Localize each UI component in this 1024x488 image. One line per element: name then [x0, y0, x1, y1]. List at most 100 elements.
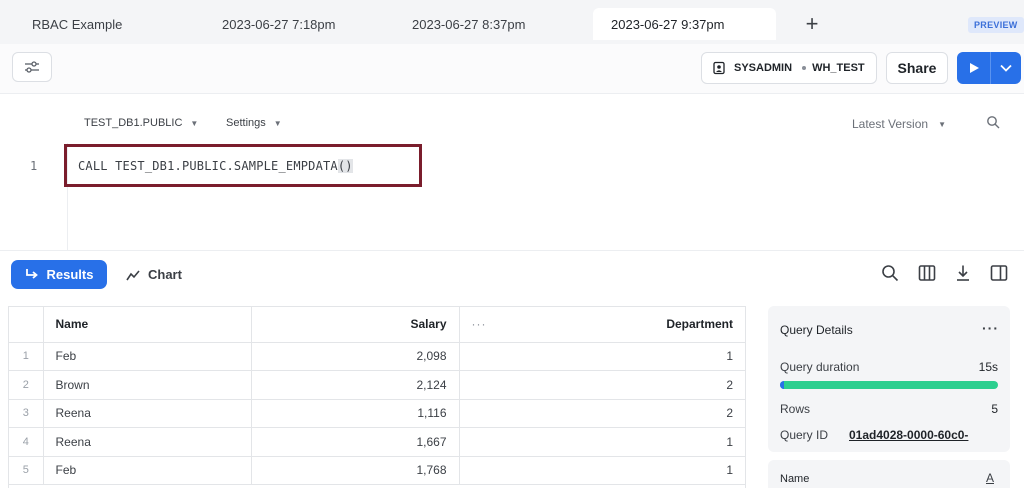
- table-row[interactable]: 1 Feb 2,098 1: [9, 342, 745, 371]
- chart-label: Chart: [148, 267, 182, 282]
- query-duration-value: 15s: [978, 360, 998, 374]
- query-id-link[interactable]: 01ad4028-0000-60c0-: [849, 428, 997, 442]
- run-options-button[interactable]: [991, 52, 1021, 84]
- toggle-panel-button[interactable]: [990, 264, 1008, 285]
- sliders-icon: [25, 61, 39, 73]
- worksheet-toolbar: SYSADMIN WH_TEST Share: [0, 44, 1024, 94]
- play-icon: [969, 63, 979, 73]
- tab-rbac-example[interactable]: RBAC Example: [14, 8, 140, 40]
- cell-department[interactable]: 2: [459, 370, 745, 400]
- tab-worksheet-718pm[interactable]: 2023-06-27 7:18pm: [204, 8, 353, 40]
- query-details-title: Query Details: [780, 323, 853, 337]
- row-index: 4: [9, 427, 44, 457]
- column-header-department[interactable]: ··· Department: [459, 307, 745, 343]
- table-row[interactable]: 5 Feb 1,768 1: [9, 456, 745, 485]
- caret-down-icon: ▼: [273, 118, 282, 128]
- annotation-highlight-box: [64, 144, 422, 187]
- warehouse-label: WH_TEST: [812, 62, 865, 74]
- version-label: Latest Version: [852, 117, 929, 131]
- tab-worksheet-937pm[interactable]: 2023-06-27 9:37pm: [593, 8, 776, 40]
- preview-badge: PREVIEW: [968, 17, 1024, 33]
- cell-name[interactable]: Reena: [43, 427, 252, 457]
- settings-dropdown[interactable]: Settings ▼: [226, 117, 282, 129]
- caret-down-icon: ▼: [938, 119, 946, 129]
- table-row[interactable]: 4 Reena 1,667 1: [9, 427, 745, 457]
- column-menu-icon[interactable]: ···: [472, 317, 487, 331]
- results-search-button[interactable]: [881, 264, 899, 285]
- add-tab-button[interactable]: +: [800, 10, 824, 38]
- settings-label: Settings: [226, 117, 266, 129]
- download-icon: [957, 265, 969, 281]
- filter-button[interactable]: [12, 52, 52, 82]
- sql-editor: TEST_DB1.PUBLIC ▼ Settings ▼ Latest Vers…: [0, 95, 1024, 251]
- cell-salary[interactable]: 1,116: [251, 399, 460, 428]
- table-row[interactable]: 3 Reena 1,116 2: [9, 399, 745, 428]
- cell-salary[interactable]: 1,768: [251, 456, 460, 485]
- tab-label: 2023-06-27 9:37pm: [611, 16, 725, 32]
- tab-label: 2023-06-27 7:18pm: [222, 16, 336, 32]
- tab-bar: RBAC Example 2023-06-27 7:18pm 2023-06-2…: [0, 0, 1024, 44]
- download-button[interactable]: [954, 264, 972, 285]
- tab-label: RBAC Example: [32, 16, 123, 32]
- query-duration-bar: [780, 381, 998, 389]
- cell-name[interactable]: Feb: [43, 456, 252, 485]
- rows-value: 5: [991, 402, 998, 416]
- department-header-label: Department: [666, 317, 733, 332]
- search-icon: [882, 265, 899, 282]
- rows-label: Rows: [780, 402, 811, 416]
- cell-name[interactable]: Feb: [43, 342, 252, 371]
- query-id-label: Query ID: [780, 428, 829, 442]
- context-selector[interactable]: SYSADMIN WH_TEST: [701, 52, 877, 84]
- split-panel-icon: [990, 265, 1008, 281]
- run-button-group: [957, 52, 1021, 84]
- results-label: Results: [46, 267, 94, 282]
- cell-department[interactable]: 1: [459, 342, 745, 371]
- table-header-row: Name Salary ··· Department: [9, 307, 745, 343]
- cell-name[interactable]: Reena: [43, 399, 252, 428]
- row-index: 2: [9, 370, 44, 400]
- results-bar: Results Chart: [0, 252, 1024, 297]
- tab-label: 2023-06-27 8:37pm: [412, 16, 526, 32]
- cell-department[interactable]: 2: [459, 399, 745, 428]
- cell-salary[interactable]: 1,667: [251, 427, 460, 457]
- table-row[interactable]: 2 Brown 2,124 2: [9, 370, 745, 400]
- version-dropdown[interactable]: Latest Version ▼: [852, 117, 946, 131]
- share-button[interactable]: Share: [886, 52, 948, 84]
- cell-department[interactable]: 1: [459, 456, 745, 485]
- separator-dot: [802, 66, 807, 70]
- cell-department[interactable]: 1: [459, 427, 745, 457]
- query-details-panel: Query Details ··· Query duration 15s Row…: [768, 306, 1010, 452]
- column-header-name[interactable]: Name: [43, 307, 252, 343]
- cell-salary[interactable]: 2,098: [251, 342, 460, 371]
- row-index: 5: [9, 456, 44, 485]
- id-badge-icon: [713, 61, 725, 75]
- database-selector[interactable]: TEST_DB1.PUBLIC ▼: [84, 117, 198, 129]
- return-arrow-icon: [25, 269, 38, 279]
- row-index: 3: [9, 399, 44, 428]
- column-details-label: Name: [780, 473, 810, 485]
- line-number: 1: [30, 159, 38, 173]
- query-duration-label: Query duration: [780, 360, 860, 374]
- results-tab[interactable]: Results: [11, 260, 107, 289]
- cell-salary[interactable]: 2,124: [251, 370, 460, 400]
- line-chart-icon: [126, 269, 140, 280]
- editor-search-button[interactable]: [986, 115, 1000, 132]
- results-table: Name Salary ··· Department 1 Feb 2,098 1…: [8, 306, 746, 488]
- row-index-header: [9, 307, 44, 343]
- chart-tab[interactable]: Chart: [126, 260, 182, 289]
- database-selector-label: TEST_DB1.PUBLIC: [84, 117, 183, 129]
- chevron-down-icon: [1000, 64, 1012, 72]
- tab-worksheet-837pm[interactable]: 2023-06-27 8:37pm: [394, 8, 543, 40]
- query-duration-bar-start: [780, 381, 784, 389]
- query-details-more-button[interactable]: ···: [982, 320, 999, 336]
- caret-down-icon: ▼: [190, 118, 199, 128]
- run-button[interactable]: [957, 52, 991, 84]
- column-details-panel: Name A: [768, 460, 1010, 488]
- cell-name[interactable]: Brown: [43, 370, 252, 400]
- columns-icon: [918, 265, 936, 281]
- row-index: 1: [9, 342, 44, 371]
- search-icon: [987, 116, 1000, 129]
- column-header-salary[interactable]: Salary: [251, 307, 460, 343]
- columns-button[interactable]: [918, 264, 936, 285]
- role-label: SYSADMIN: [734, 62, 793, 74]
